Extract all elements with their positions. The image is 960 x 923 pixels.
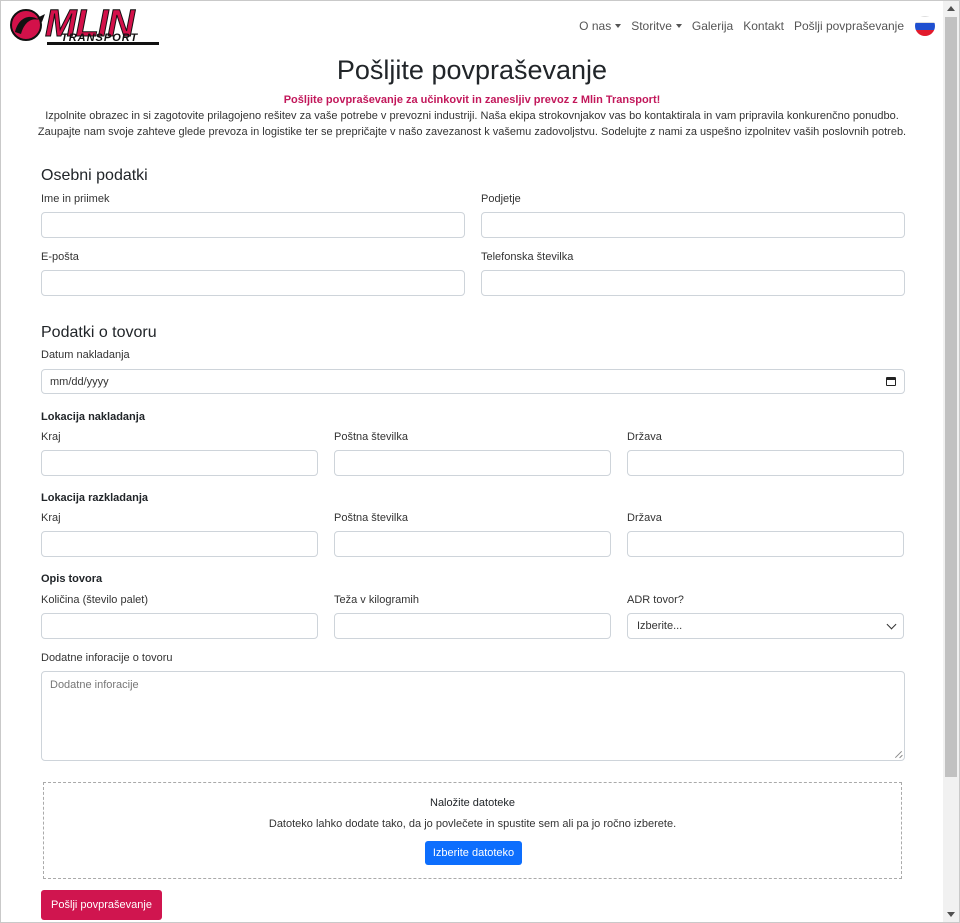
unloading-country-input[interactable] [627, 531, 904, 557]
caret-down-icon [675, 24, 682, 28]
dropzone-title: Naložite datoteke [430, 797, 515, 809]
file-dropzone[interactable]: Naložite datoteke Datoteko lahko dodate … [43, 782, 902, 879]
nav-item-storitve[interactable]: Storitve [626, 19, 687, 33]
nav-item-label: Galerija [691, 19, 734, 33]
extra-info-textarea[interactable]: Dodatne inforacije [41, 671, 905, 761]
nav-item-label: Kontakt [743, 19, 784, 33]
page-intro: Izpolnite obrazec in si zagotovite prila… [31, 109, 913, 140]
adr-selected-value: Izberite... [637, 620, 683, 632]
nav-item-kontakt[interactable]: Kontakt [738, 19, 789, 33]
loading-country-input[interactable] [627, 450, 904, 476]
intro-line-2: Zaupajte nam svoje zahteve glede prevoza… [37, 125, 907, 138]
phone-label: Telefonska številka [481, 251, 574, 263]
scroll-down-arrow-icon[interactable] [947, 912, 955, 917]
loading-city-label: Kraj [41, 431, 61, 443]
cargo-description-title: Opis tovora [41, 573, 103, 585]
submit-button[interactable]: Pošlji povpraševanje [41, 890, 162, 920]
quantity-label: Količina (število palet) [41, 594, 148, 606]
unloading-postal-input[interactable] [334, 531, 611, 557]
calendar-icon[interactable] [886, 377, 896, 386]
choose-file-button[interactable]: Izberite datoteko [425, 841, 522, 865]
quantity-input[interactable] [41, 613, 318, 639]
nav-item-label: O nas [579, 19, 612, 33]
nav-item-poslji-povprasevanje[interactable]: Pošlji povpraševanje [789, 19, 909, 33]
scroll-up-arrow-icon[interactable] [947, 6, 955, 11]
adr-label: ADR tovor? [627, 594, 684, 606]
logo-mark-icon [10, 9, 45, 41]
nav-item-label: Storitve [631, 19, 672, 33]
slovenia-flag-icon[interactable] [915, 16, 935, 36]
navbar: MLIN TRANSPORT O nas Storitve Galerija K… [1, 1, 943, 49]
loading-city-input[interactable] [41, 450, 318, 476]
page-lead: Pošljite povpraševanje za učinkovit in z… [283, 94, 661, 106]
extra-info-placeholder: Dodatne inforacije [50, 679, 139, 691]
intro-line-1: Izpolnite obrazec in si zagotovite prila… [45, 110, 899, 122]
weight-input[interactable] [334, 613, 611, 639]
loading-postal-label: Poštna številka [334, 431, 408, 443]
loading-date-label: Datum nakladanja [41, 349, 130, 361]
phone-input[interactable] [481, 270, 905, 296]
unloading-location-title: Lokacija razkladanja [41, 492, 148, 504]
section-personal-title: Osebni podatki [41, 167, 148, 184]
brand-logo[interactable]: MLIN TRANSPORT [9, 3, 164, 46]
adr-select[interactable]: Izberite... [627, 613, 904, 639]
caret-down-icon [615, 24, 622, 28]
email-input[interactable] [41, 270, 465, 296]
loading-postal-input[interactable] [334, 450, 611, 476]
scrollbar-thumb[interactable] [945, 17, 957, 777]
loading-location-title: Lokacija nakladanja [41, 411, 145, 423]
resize-handle-icon[interactable] [895, 751, 902, 758]
date-placeholder: mm/dd/yyyy [50, 375, 109, 388]
vertical-scrollbar[interactable] [943, 1, 959, 922]
unloading-city-label: Kraj [41, 512, 61, 524]
name-input[interactable] [41, 212, 465, 238]
email-label: E-pošta [41, 251, 79, 263]
browser-viewport: MLIN TRANSPORT O nas Storitve Galerija K… [0, 0, 960, 923]
chevron-down-icon [886, 619, 897, 629]
loading-date-input[interactable]: mm/dd/yyyy [41, 369, 905, 394]
nav-item-label: Pošlji povpraševanje [793, 19, 904, 33]
nav-item-galerija[interactable]: Galerija [687, 19, 738, 33]
brand-underline [47, 42, 159, 45]
company-label: Podjetje [481, 193, 521, 205]
unloading-city-input[interactable] [41, 531, 318, 557]
name-label: Ime in priimek [41, 193, 110, 205]
company-input[interactable] [481, 212, 905, 238]
extra-info-label: Dodatne inforacije o tovoru [41, 652, 173, 664]
weight-label: Teža v kilogramih [334, 594, 419, 606]
main-nav: O nas Storitve Galerija Kontakt Pošlji p… [574, 16, 935, 36]
nav-item-o-nas[interactable]: O nas [574, 19, 626, 33]
section-cargo-title: Podatki o tovoru [41, 324, 157, 341]
loading-country-label: Država [627, 431, 662, 443]
page-title: Pošljite povpraševanje [336, 55, 608, 85]
unloading-country-label: Država [627, 512, 662, 524]
dropzone-text: Datoteko lahko dodate tako, da jo povleč… [268, 818, 677, 830]
unloading-postal-label: Poštna številka [334, 512, 408, 524]
